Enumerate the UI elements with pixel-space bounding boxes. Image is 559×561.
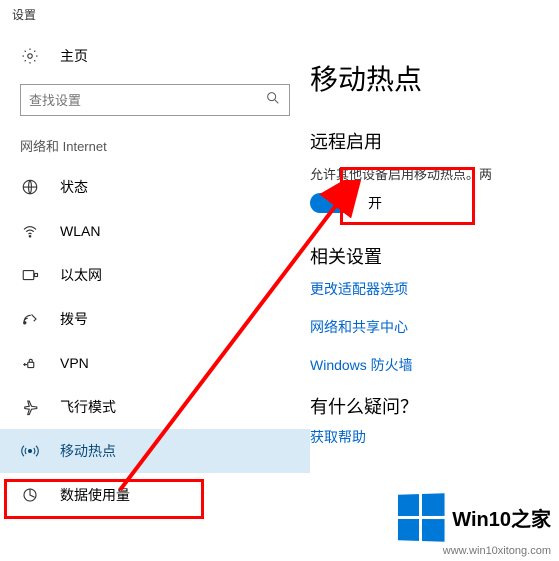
remote-enable-desc: 允许其他设备启用移动热点。两 [310,164,559,183]
sidebar-item-label: 以太网 [60,265,102,285]
sidebar-item-label: WLAN [60,223,100,239]
link-network-sharing[interactable]: 网络和共享中心 [310,317,559,337]
sidebar-item-dialup[interactable]: 拨号 [0,297,310,341]
dialup-icon [20,310,40,328]
vpn-icon [20,354,40,372]
search-box[interactable] [20,84,290,116]
status-icon [20,178,40,196]
home-label: 主页 [60,46,88,66]
sidebar-item-datausage[interactable]: 数据使用量 [0,473,310,517]
search-input[interactable] [29,93,265,108]
data-icon [20,486,40,504]
sidebar-item-hotspot[interactable]: 移动热点 [0,429,310,473]
main-panel: 移动热点 远程启用 允许其他设备启用移动热点。两 开 相关设置 更改适配器选项 … [310,28,559,561]
link-adapter-options[interactable]: 更改适配器选项 [310,279,559,299]
sidebar-item-airplane[interactable]: 飞行模式 [0,385,310,429]
remote-enable-toggle[interactable] [310,193,354,213]
sidebar-item-label: 数据使用量 [60,485,130,505]
sidebar-item-label: 飞行模式 [60,397,116,417]
sidebar-item-wlan[interactable]: WLAN [0,209,310,253]
watermark-url: www.win10xitong.com [443,545,551,557]
sidebar-item-status[interactable]: 状态 [0,165,310,209]
airplane-icon [20,398,40,416]
question-title: 有什么疑问？ [310,393,559,419]
toggle-state-label: 开 [368,193,382,213]
sidebar-item-label: 状态 [60,177,88,197]
link-firewall[interactable]: Windows 防火墙 [310,355,559,375]
link-get-help[interactable]: 获取帮助 [310,427,559,447]
sidebar-item-label: 拨号 [60,309,88,329]
wifi-icon [20,222,40,240]
section-label: 网络和 Internet [0,132,310,165]
gear-icon [20,47,40,65]
hotspot-icon [20,442,40,460]
sidebar: 主页 网络和 Internet 状态 WLAN [0,28,310,561]
search-icon [265,90,281,111]
sidebar-item-ethernet[interactable]: 以太网 [0,253,310,297]
sidebar-item-label: 移动热点 [60,441,116,461]
related-settings-title: 相关设置 [310,243,559,269]
home-button[interactable]: 主页 [0,38,310,74]
ethernet-icon [20,266,40,284]
page-title: 移动热点 [310,58,559,98]
titlebar: 设置 [0,0,559,28]
sidebar-item-vpn[interactable]: VPN [0,341,310,385]
window-title: 设置 [12,6,36,23]
remote-enable-title: 远程启用 [310,128,559,154]
sidebar-item-label: VPN [60,355,89,371]
